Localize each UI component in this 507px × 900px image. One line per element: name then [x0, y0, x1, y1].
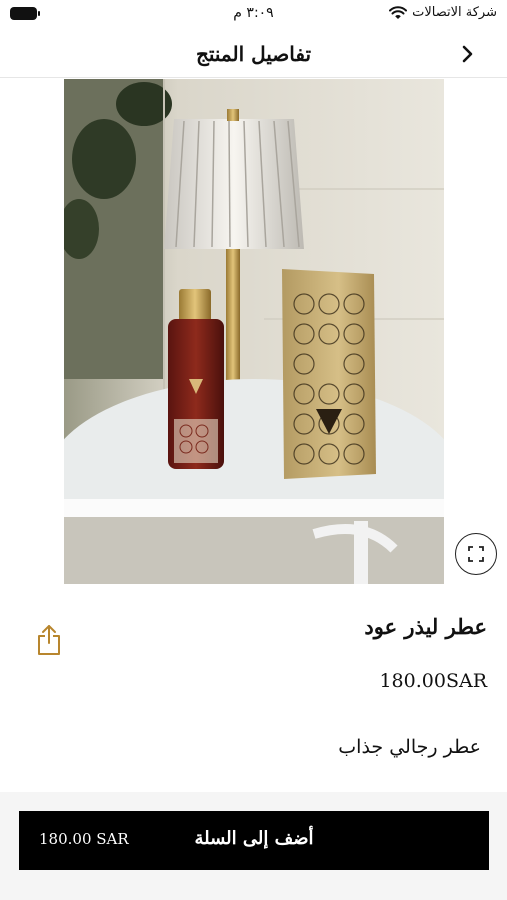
product-photo [64, 79, 444, 584]
product-image[interactable] [64, 79, 444, 584]
page-title: تفاصيل المنتج [195, 42, 312, 66]
product-price: 180.00SAR [379, 670, 487, 692]
chevron-right-icon[interactable] [455, 42, 479, 66]
carrier-name: شركة الاتصالات [412, 5, 497, 20]
share-icon[interactable] [36, 624, 62, 656]
wifi-icon [389, 5, 408, 19]
product-name: عطر ليذر عود [364, 614, 487, 639]
status-bar: ٣:٠٩ م شركة الاتصالات [0, 0, 507, 30]
expand-icon [468, 546, 484, 562]
add-to-cart-label: أضف إلى السلة [194, 828, 314, 849]
nav-bar: تفاصيل المنتج [0, 30, 507, 78]
expand-button[interactable] [455, 533, 497, 575]
product-description: عطر رجالي جذاب [338, 736, 481, 758]
status-right: شركة الاتصالات [389, 5, 497, 20]
add-to-cart-button[interactable]: 180.00 SAR أضف إلى السلة [19, 811, 489, 870]
